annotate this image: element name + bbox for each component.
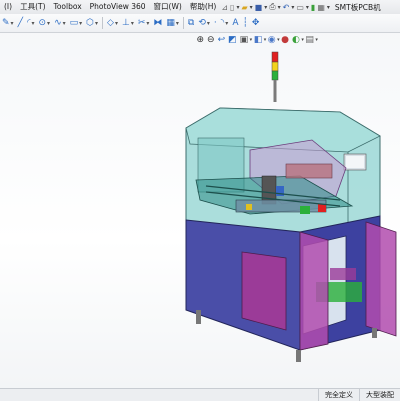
- menu-insert[interactable]: (I): [0, 0, 16, 14]
- signal-tower: [271, 51, 279, 102]
- view-settings-dropdown-icon[interactable]: ▾: [315, 37, 318, 43]
- relation-dropdown-icon[interactable]: ▾: [131, 20, 134, 27]
- view-settings-icon[interactable]: ▤: [304, 35, 316, 45]
- definition-status: 完全定义: [318, 389, 359, 401]
- display-style-icon[interactable]: ◧: [252, 35, 264, 45]
- pattern-icon[interactable]: ▦ ▾: [164, 18, 181, 28]
- circle-dropdown-icon[interactable]: ▾: [47, 20, 50, 27]
- move-icon[interactable]: ✥: [250, 18, 262, 28]
- circle-icon[interactable]: ⊙ ▾: [37, 18, 53, 28]
- dimension-icon[interactable]: ◇ ▾: [105, 18, 120, 28]
- line-icon[interactable]: ╱: [16, 18, 25, 28]
- graphics-area[interactable]: [0, 48, 400, 388]
- undo-icon[interactable]: ↶: [282, 3, 291, 12]
- spline-icon[interactable]: ∿ ▾: [52, 18, 68, 28]
- select-icon[interactable]: ▭: [295, 3, 305, 12]
- convert-entities-icon[interactable]: ⟲ ▾: [196, 18, 212, 28]
- menu-window[interactable]: 窗口(W): [150, 0, 186, 14]
- centerline-icon[interactable]: ┆: [240, 18, 249, 28]
- fillet-dropdown-icon[interactable]: ▾: [225, 20, 228, 27]
- machine-cabinet: [185, 215, 397, 351]
- options-icon[interactable]: ▦: [316, 3, 326, 12]
- sketch-icon[interactable]: ✎ ▾: [0, 18, 16, 28]
- view-orientation-icon[interactable]: ▣: [238, 35, 250, 45]
- open-cabinet-door: [299, 231, 329, 351]
- command-toolbar: ✎ ▾ ╱ ◜ ▾ ⊙ ▾ ∿ ▾ ▭ ▾ ⬡ ▾ ◇ ▾ ⊥ ▾ ✂ ▾ ⧓ ▦ ▾ ⧉ ⟲ ▾ ·…: [0, 14, 400, 33]
- mirror-icon[interactable]: ⧓: [151, 18, 164, 28]
- polygon-dropdown-icon[interactable]: ▾: [95, 20, 98, 27]
- menu-help[interactable]: 帮助(H): [186, 0, 221, 14]
- fillet-icon[interactable]: ◝ ▾: [219, 18, 231, 28]
- document-title: SMT板PCB机: [334, 2, 381, 12]
- offset-icon[interactable]: ⧉: [186, 18, 196, 28]
- rectangle-dropdown-icon[interactable]: ▾: [79, 20, 82, 27]
- save-icon[interactable]: ■: [254, 3, 264, 12]
- sketch-dropdown-icon[interactable]: ▾: [11, 20, 14, 27]
- options-dropdown-icon[interactable]: ▾: [326, 4, 331, 11]
- assembly-mode-status: 大型装配: [359, 389, 400, 401]
- zoom-area-icon[interactable]: ⊖: [206, 35, 217, 45]
- view-heads-up-toolbar: ⊕ ⊖ ↩ ◩ ▣ ▾ ◧ ▾ ◉ ▾ ● ◐ ▾ ▤ ▾: [195, 33, 318, 47]
- text-icon[interactable]: A: [230, 18, 240, 28]
- arc-dropdown-icon[interactable]: ▾: [31, 20, 34, 27]
- trim-dropdown-icon[interactable]: ▾: [146, 20, 149, 27]
- open-cabinet-door: [365, 221, 397, 337]
- pattern-dropdown-icon[interactable]: ▾: [176, 20, 179, 27]
- print-icon[interactable]: ⎙: [268, 2, 276, 12]
- convert-dropdown-icon[interactable]: ▾: [207, 20, 210, 27]
- open-folder-icon[interactable]: ▰: [240, 3, 248, 12]
- trim-icon[interactable]: ✂ ▾: [136, 18, 152, 28]
- spline-dropdown-icon[interactable]: ▾: [63, 20, 66, 27]
- toolbar-separator: [182, 17, 184, 29]
- scene-icon[interactable]: ◐: [290, 35, 301, 45]
- previous-view-icon[interactable]: ↩: [216, 35, 227, 45]
- pin-icon[interactable]: ⊿: [220, 3, 229, 12]
- section-view-icon[interactable]: ◩: [227, 35, 239, 45]
- relation-icon[interactable]: ⊥ ▾: [120, 18, 136, 28]
- edit-appearance-icon[interactable]: ●: [280, 35, 291, 45]
- polygon-icon[interactable]: ⬡ ▾: [84, 18, 100, 28]
- dimension-dropdown-icon[interactable]: ▾: [115, 20, 118, 27]
- menu-toolbox[interactable]: Toolbox: [50, 0, 86, 14]
- status-bar: 完全定义 大型装配: [0, 388, 400, 401]
- rectangle-icon[interactable]: ▭ ▾: [68, 18, 85, 28]
- hide-show-icon[interactable]: ◉: [266, 35, 277, 45]
- point-icon[interactable]: ·: [212, 18, 219, 28]
- menu-bar: (I) 工具(T) Toolbox PhotoView 360 窗口(W) 帮助…: [0, 0, 400, 15]
- zoom-to-fit-icon[interactable]: ⊕: [195, 35, 206, 45]
- menu-photoview[interactable]: PhotoView 360: [86, 0, 150, 14]
- toolbar-separator: [102, 17, 104, 29]
- quick-access-toolbar: ⊿ ▯ ▾ ▰ ▾ ■ ▾ ⎙ ▾ ↶ ▾ ▭ ▾ ▮ ▦ ▾: [220, 2, 331, 12]
- arc-icon[interactable]: ◜ ▾: [25, 18, 37, 28]
- menu-tools[interactable]: 工具(T): [16, 0, 49, 14]
